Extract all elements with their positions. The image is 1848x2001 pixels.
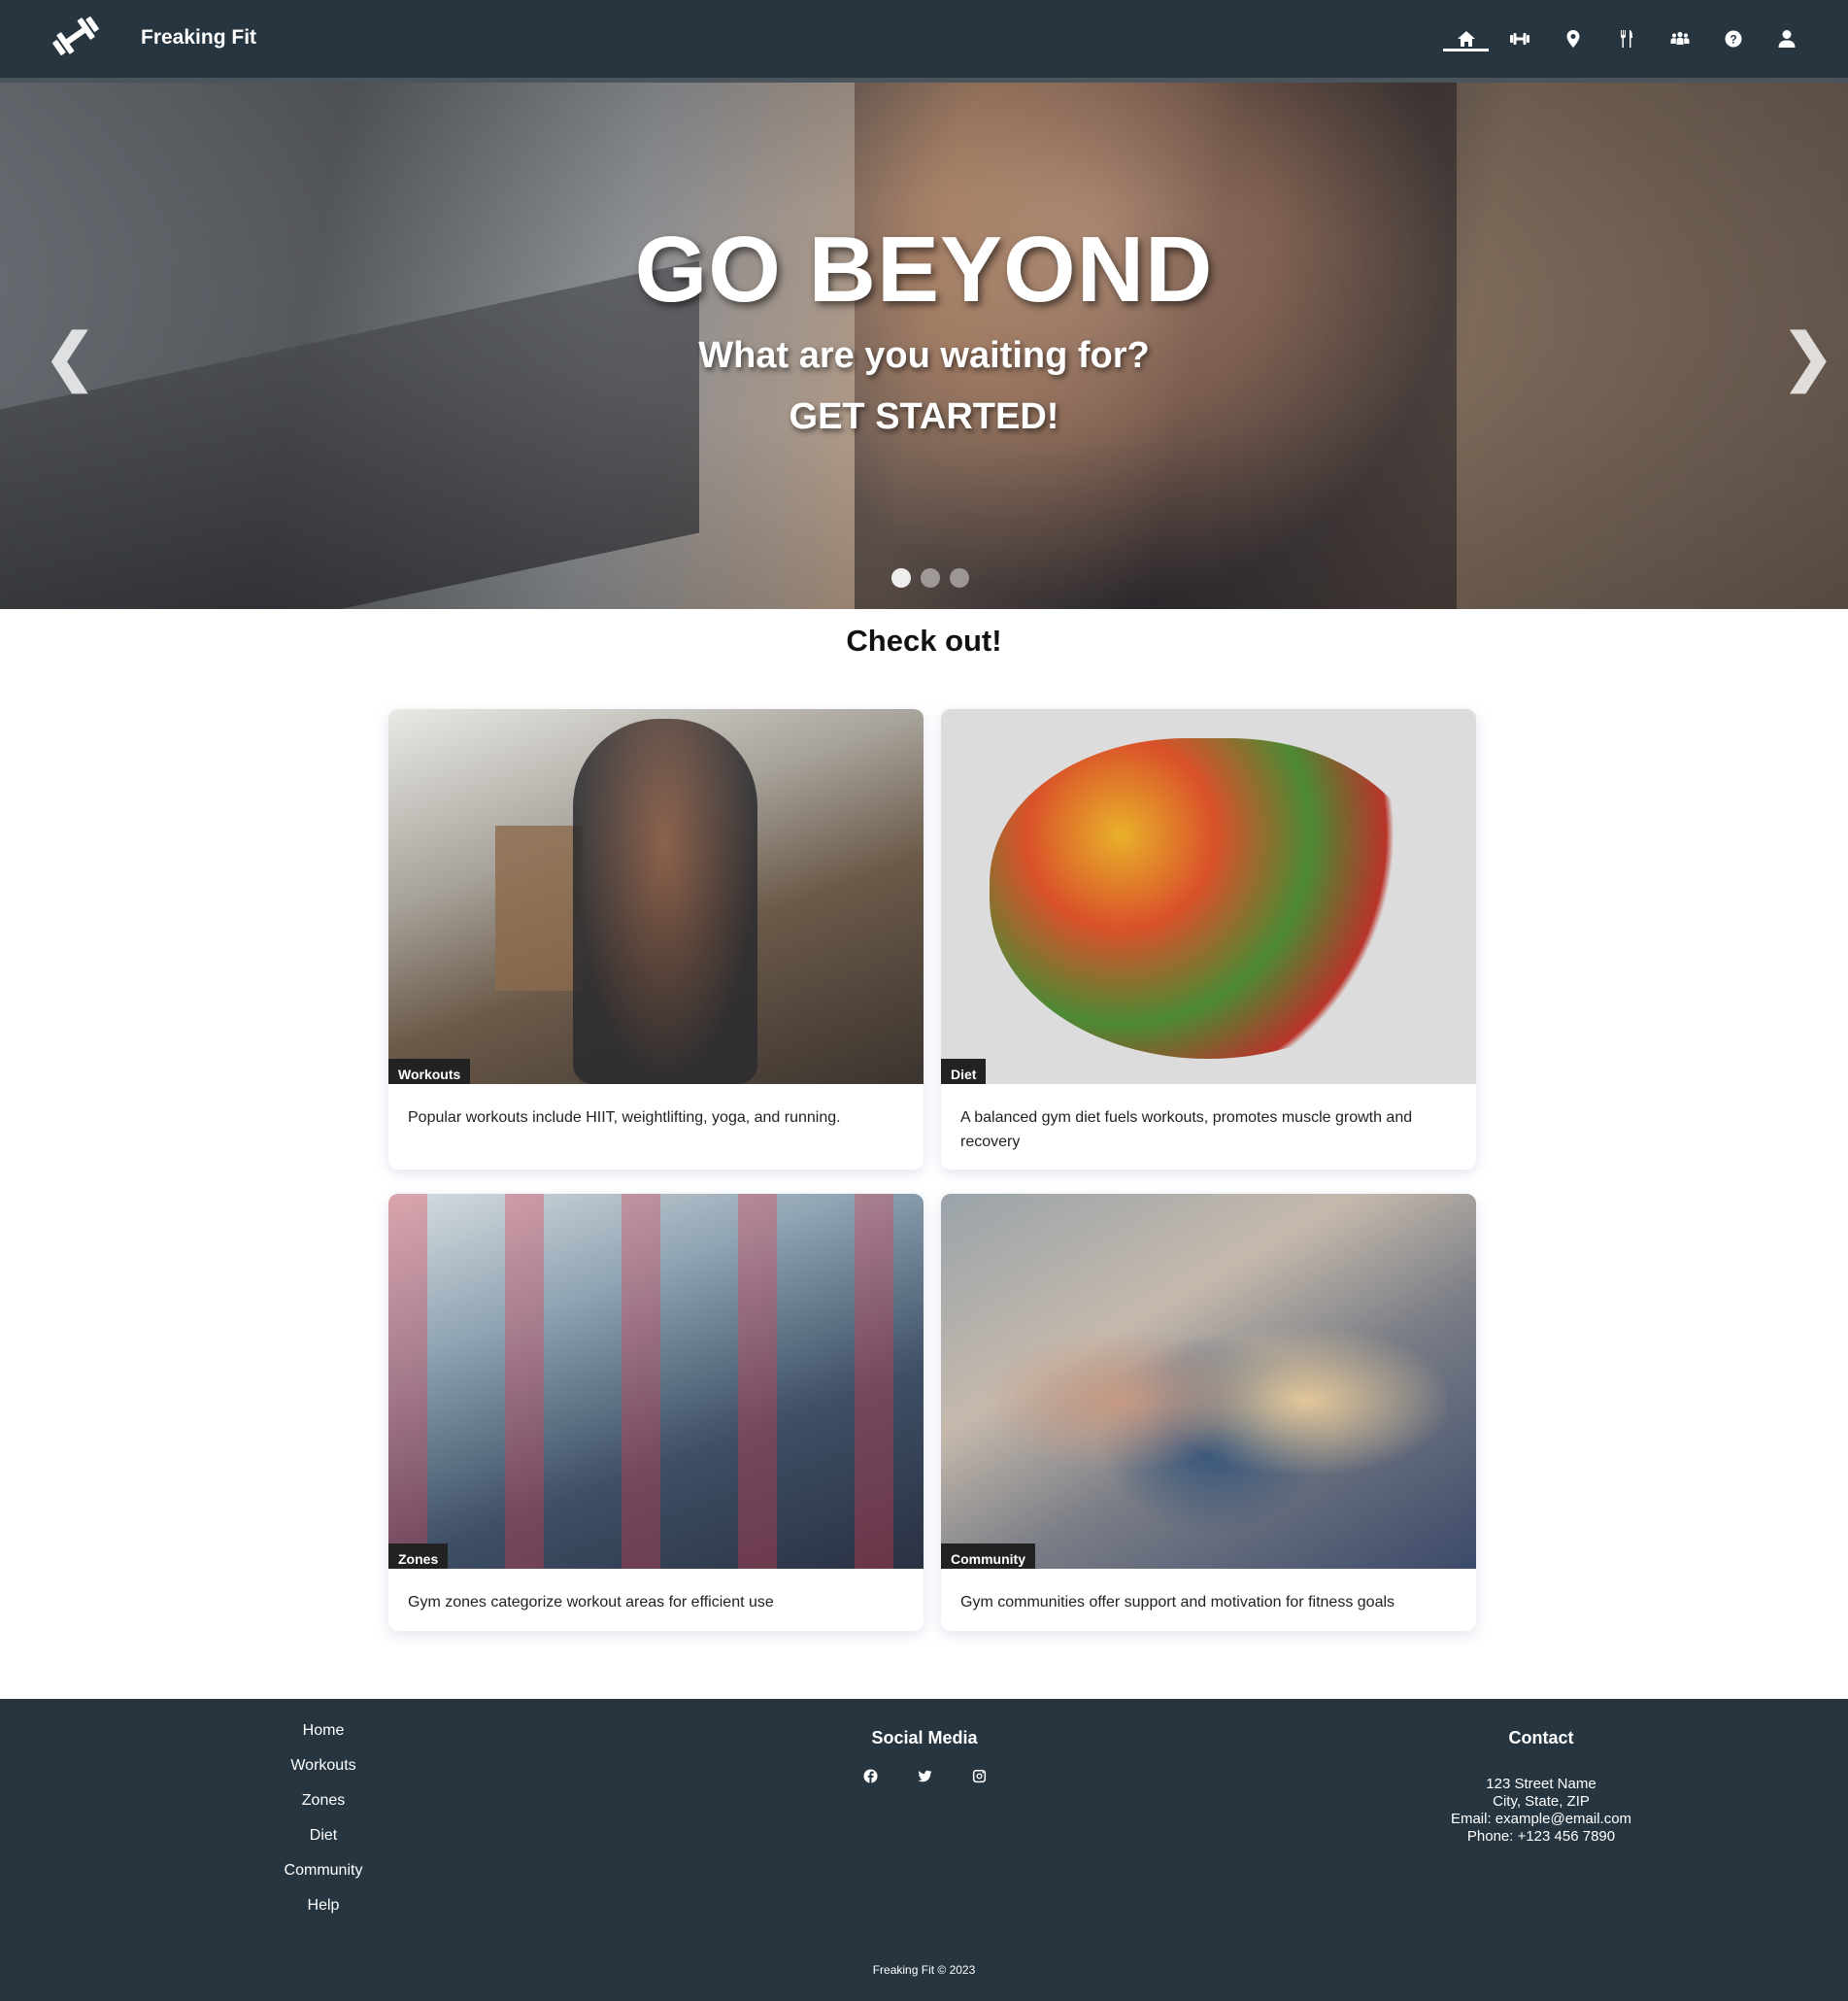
- facebook-icon[interactable]: [862, 1768, 878, 1783]
- carousel-next-arrow-icon[interactable]: ❯: [1782, 321, 1834, 393]
- user-icon: [1778, 30, 1795, 48]
- hero-subtitle: What are you waiting for?: [698, 335, 1150, 376]
- contact-details: 123 Street Name City, State, ZIP Email: …: [1347, 1776, 1735, 1846]
- carousel-prev-arrow-icon[interactable]: ❮: [44, 321, 96, 393]
- help-icon: ?: [1725, 30, 1741, 48]
- community-icon: [1670, 31, 1689, 45]
- footer-contact: Contact 123 Street Name City, State, ZIP…: [1347, 1728, 1735, 1846]
- vegetable-heart: [990, 738, 1427, 1059]
- card-image-community: Community: [941, 1194, 1476, 1569]
- carousel-indicators: [891, 568, 969, 588]
- footer-link-diet[interactable]: Diet: [226, 1818, 420, 1853]
- get-started-link[interactable]: GET STARTED!: [0, 396, 1848, 438]
- card-image-zones: Zones: [388, 1194, 924, 1569]
- footer-link-help[interactable]: Help: [226, 1888, 420, 1923]
- dumbbell-logo-icon[interactable]: [50, 14, 101, 58]
- card-workouts[interactable]: Workouts Popular workouts include HIIT, …: [388, 709, 924, 1170]
- map-pin-icon: [1566, 30, 1579, 48]
- instagram-icon[interactable]: [971, 1768, 987, 1783]
- copyright: Freaking Fit © 2023: [872, 1963, 976, 1977]
- nav-zones[interactable]: [1546, 0, 1599, 78]
- footer-social: Social Media: [827, 1728, 1022, 1783]
- card-community[interactable]: Community Gym communities offer support …: [941, 1194, 1476, 1631]
- hero-title: GO BEYOND: [634, 218, 1214, 322]
- home-icon: [1457, 31, 1475, 47]
- carousel-dot-3[interactable]: [950, 568, 969, 588]
- footer-link-community[interactable]: Community: [226, 1853, 420, 1888]
- contact-phone[interactable]: Phone: +123 456 7890: [1347, 1828, 1735, 1846]
- top-navbar: Freaking Fit ?: [0, 0, 1848, 78]
- gym-boxes: [495, 826, 583, 991]
- card-description: A balanced gym diet fuels workouts, prom…: [960, 1109, 1413, 1150]
- carousel-dot-1[interactable]: [891, 568, 911, 588]
- footer-link-home[interactable]: Home: [226, 1713, 420, 1748]
- nav-home[interactable]: [1439, 0, 1493, 78]
- brand-name[interactable]: Freaking Fit: [141, 26, 256, 50]
- card-description: Popular workouts include HIIT, weightlif…: [408, 1109, 841, 1126]
- main-nav: ?: [1439, 0, 1813, 78]
- man-lifting-dumbbell: [573, 719, 757, 1084]
- card-tag: Community: [941, 1543, 1035, 1569]
- utensils-icon: [1620, 30, 1632, 48]
- footer-links: Home Workouts Zones Diet Community Help: [226, 1699, 420, 1923]
- card-tag: Workouts: [388, 1059, 471, 1084]
- nav-help[interactable]: ?: [1706, 0, 1760, 78]
- contact-address: 123 Street Name: [1486, 1776, 1596, 1792]
- nav-workouts[interactable]: [1493, 0, 1546, 78]
- contact-email[interactable]: Email: example@email.com: [1347, 1811, 1735, 1828]
- card-image-workouts: Workouts: [388, 709, 924, 1084]
- group-high-five: [980, 1233, 1446, 1569]
- twitter-icon[interactable]: [917, 1768, 932, 1783]
- social-media-heading: Social Media: [871, 1728, 978, 1747]
- section-title: Check out!: [846, 624, 1002, 658]
- nav-diet[interactable]: [1599, 0, 1653, 78]
- card-tag: Zones: [388, 1543, 449, 1569]
- dumbbell-icon: [1509, 33, 1529, 45]
- carousel-dot-2[interactable]: [921, 568, 940, 588]
- contact-heading: Contact: [1508, 1728, 1574, 1747]
- card-zones[interactable]: Zones Gym zones categorize workout areas…: [388, 1194, 924, 1631]
- card-diet[interactable]: Diet A balanced gym diet fuels workouts,…: [941, 709, 1476, 1170]
- nav-profile[interactable]: [1760, 0, 1813, 78]
- svg-text:?: ?: [1730, 33, 1736, 47]
- hero-carousel: GO BEYOND What are you waiting for? GET …: [0, 83, 1848, 609]
- footer-link-zones[interactable]: Zones: [226, 1783, 420, 1818]
- nav-community[interactable]: [1653, 0, 1706, 78]
- footer: Home Workouts Zones Diet Community Help …: [0, 1699, 1848, 2001]
- social-icons: [827, 1768, 1022, 1783]
- treadmill-runners: [388, 1194, 924, 1569]
- contact-city: City, State, ZIP: [1493, 1793, 1590, 1810]
- card-description: Gym communities offer support and motiva…: [960, 1594, 1395, 1611]
- footer-link-workouts[interactable]: Workouts: [226, 1748, 420, 1783]
- card-image-diet: Diet: [941, 709, 1476, 1084]
- card-tag: Diet: [941, 1059, 987, 1084]
- card-description: Gym zones categorize workout areas for e…: [408, 1594, 774, 1611]
